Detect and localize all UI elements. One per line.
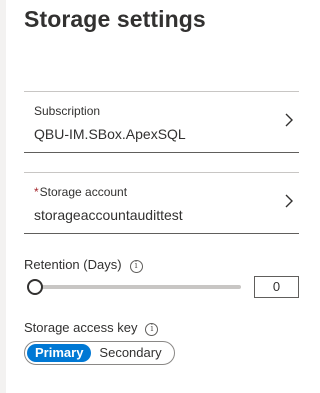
retention-label: Retention (Days) i	[24, 257, 143, 273]
access-key-label: Storage access key i	[24, 320, 159, 336]
info-icon[interactable]: i	[145, 323, 159, 336]
retention-days-input[interactable]	[254, 276, 299, 298]
subscription-value: QBU-IM.SBox.ApexSQL	[34, 126, 186, 142]
info-icon[interactable]: i	[129, 260, 143, 273]
retention-label-text: Retention (Days)	[24, 257, 122, 272]
subscription-selector[interactable]: Subscription QBU-IM.SBox.ApexSQL	[24, 91, 299, 153]
panel-left-edge	[0, 0, 6, 393]
chevron-right-icon	[285, 113, 293, 127]
page-title: Storage settings	[24, 6, 206, 32]
access-key-toggle: Primary Secondary	[24, 341, 175, 365]
storage-account-value: storageaccountaudittest	[34, 207, 183, 223]
secondary-option[interactable]: Secondary	[91, 344, 169, 362]
storage-account-label-text: Storage account	[39, 185, 128, 199]
access-key-label-text: Storage access key	[24, 320, 138, 335]
storage-account-selector[interactable]: *Storage account storageaccountaudittest	[24, 172, 299, 234]
required-marker: *	[34, 185, 39, 199]
primary-option[interactable]: Primary	[27, 344, 92, 362]
retention-slider-track[interactable]	[33, 285, 241, 289]
retention-slider-thumb[interactable]	[27, 279, 43, 295]
storage-account-label: *Storage account	[34, 185, 127, 199]
chevron-right-icon	[285, 194, 293, 208]
subscription-label: Subscription	[34, 104, 101, 118]
